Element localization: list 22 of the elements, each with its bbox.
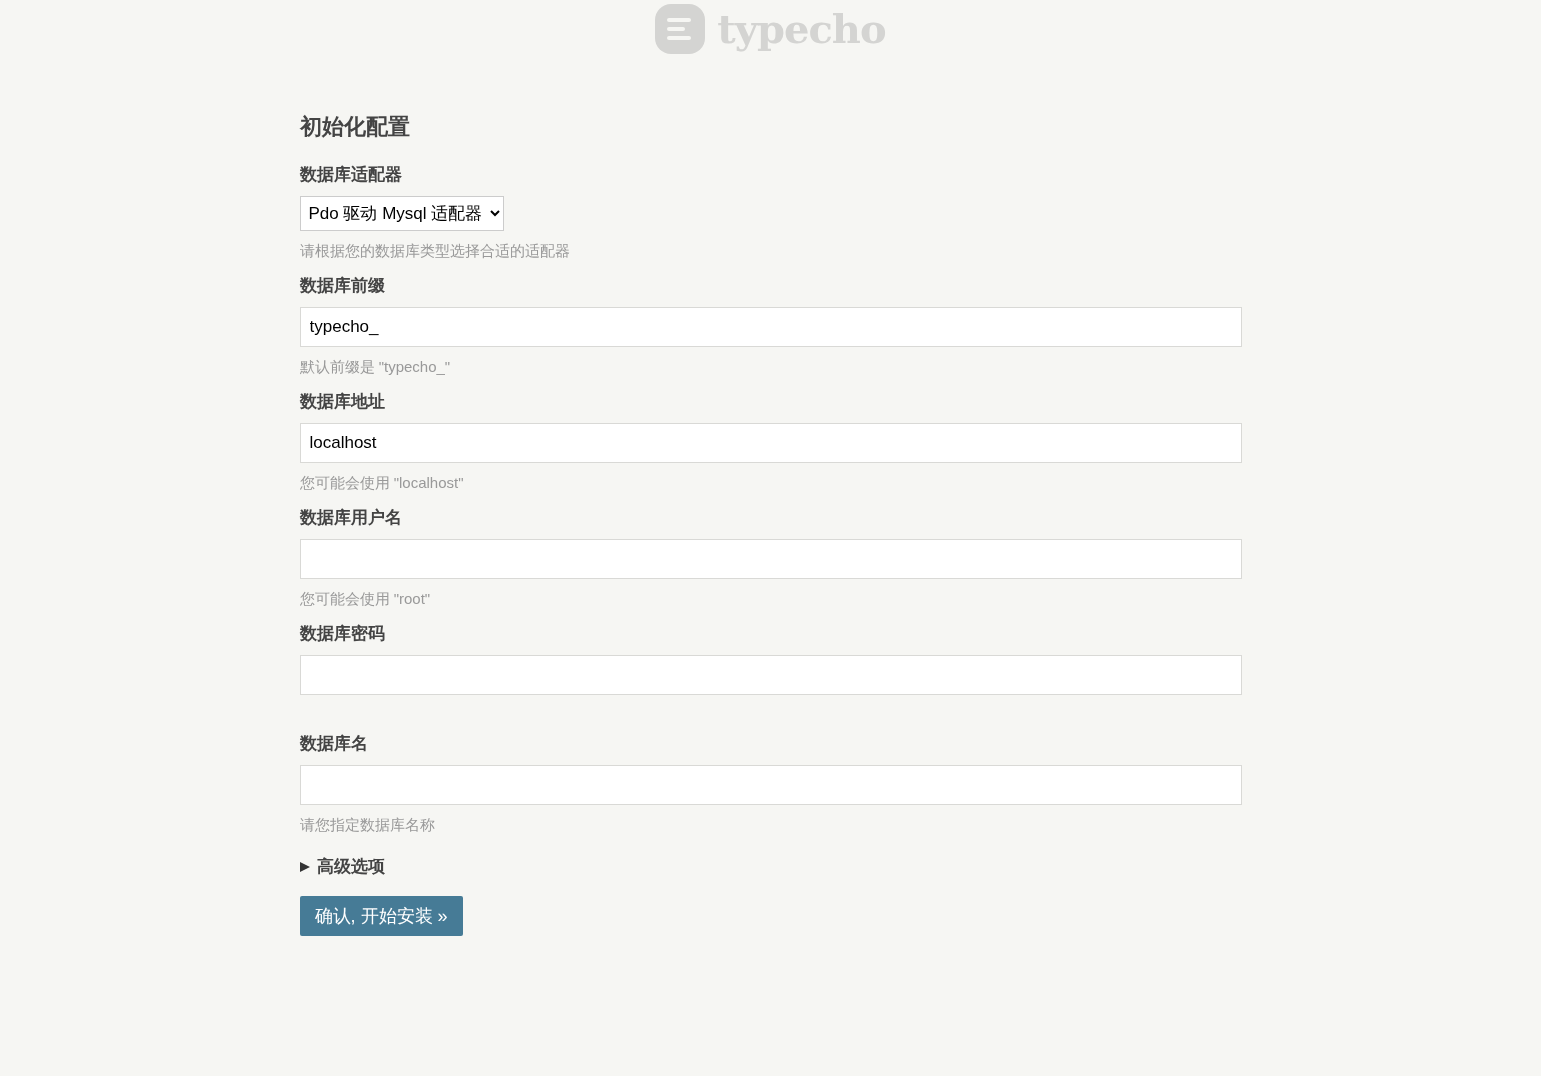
field-label: 数据库适配器: [299, 164, 403, 186]
advanced-options-toggle[interactable]: 高级选项: [316, 855, 385, 878]
triangle-icon[interactable]: [299, 861, 310, 872]
field-hint: 您可能会使用 "localhost": [299, 473, 465, 493]
field-hint: 请根据您的数据库类型选择合适的适配器: [299, 241, 571, 261]
input-field[interactable]: typecho_: [299, 307, 1242, 347]
field-label: 数据库名: [299, 733, 369, 755]
install-button[interactable]: 确认, 开始安装 »: [299, 896, 463, 936]
adapter-select[interactable]: Pdo 驱动 Mysql 适配器: [299, 196, 504, 231]
input-field[interactable]: [299, 539, 1242, 579]
field-hint: 请您指定数据库名称: [299, 815, 436, 835]
field-label: 数据库密码: [299, 623, 386, 645]
field-label: 数据库用户名: [299, 507, 403, 529]
field-hint: 您可能会使用 "root": [299, 589, 432, 609]
input-field[interactable]: [299, 655, 1242, 695]
input-field[interactable]: localhost: [299, 423, 1242, 463]
field-label: 数据库地址: [299, 391, 386, 413]
page-heading: 初始化配置: [299, 113, 411, 141]
input-field[interactable]: [299, 765, 1242, 805]
field-hint: 默认前缀是 "typecho_": [299, 357, 452, 377]
field-label: 数据库前缀: [299, 275, 386, 297]
logo-icon: [655, 4, 706, 54]
